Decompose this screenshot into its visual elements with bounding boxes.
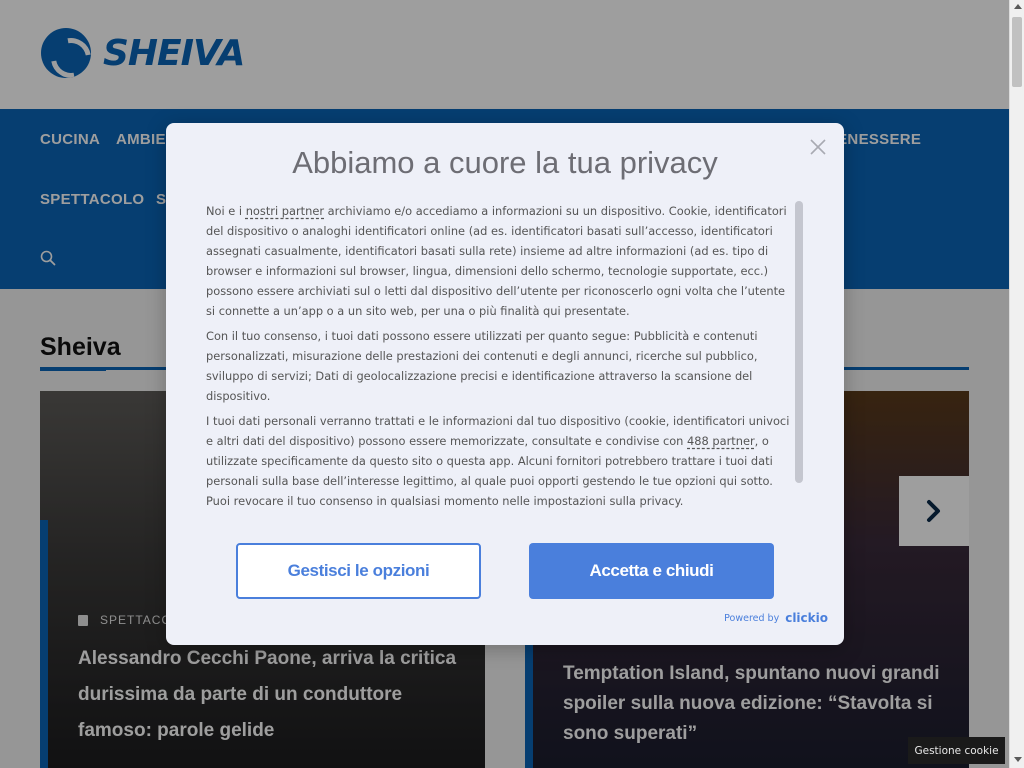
consent-paragraph-2: Con il tuo consenso, i tuoi dati possono…	[206, 329, 758, 403]
privacy-consent-dialog: Abbiamo a cuore la tua privacy Noi e i n…	[166, 123, 844, 645]
consent-text: Noi e i	[206, 204, 246, 218]
consent-paragraph-3: I tuoi dati personali verranno trattati …	[206, 411, 794, 511]
manage-options-button[interactable]: Gestisci le opzioni	[236, 543, 481, 599]
dialog-scrollbar[interactable]	[794, 201, 804, 483]
cookie-settings-button[interactable]: Gestione cookie	[908, 737, 1005, 764]
powered-by-label: Powered by	[724, 612, 780, 624]
accept-and-close-button[interactable]: Accetta e chiudi	[529, 543, 774, 599]
powered-by[interactable]: Powered by clickio	[724, 611, 828, 625]
scroll-thumb[interactable]	[1012, 17, 1022, 87]
clickio-logo: clickio	[785, 611, 828, 625]
page-scrollbar[interactable]	[1009, 0, 1024, 768]
partners-link[interactable]: nostri partner	[246, 204, 324, 218]
dialog-scroll-thumb[interactable]	[795, 201, 803, 483]
partners-count-link[interactable]: 488 partner	[687, 434, 755, 448]
consent-text: archiviamo e/o accediamo a informazioni …	[206, 204, 787, 318]
dialog-title: Abbiamo a cuore la tua privacy	[292, 145, 718, 180]
scroll-up-arrow-icon[interactable]	[1014, 4, 1022, 9]
scroll-down-arrow-icon[interactable]	[1014, 757, 1022, 762]
dialog-body: Noi e i nostri partner archiviamo e/o ac…	[206, 201, 794, 511]
consent-paragraph-1: Noi e i nostri partner archiviamo e/o ac…	[206, 201, 794, 321]
